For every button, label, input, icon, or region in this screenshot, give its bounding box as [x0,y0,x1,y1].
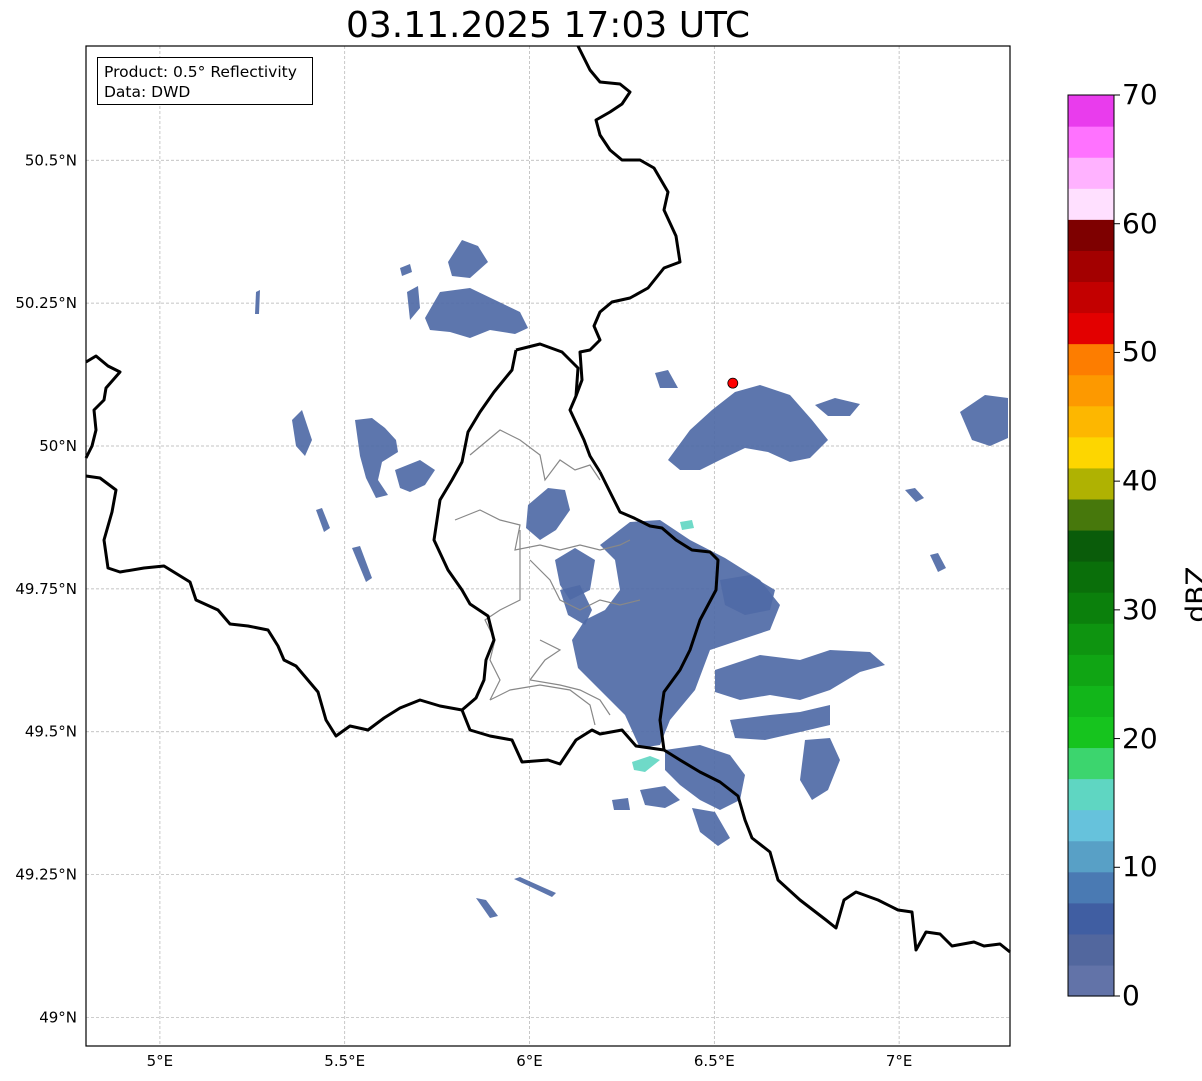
colorbar-segment [1068,250,1114,283]
echo-band-s3 [692,808,730,846]
district-line-1 [469,429,601,482]
graticule [86,46,1010,1046]
colorbar-unit-label: dBZ [1179,566,1202,623]
echo-band-se [800,738,840,800]
colorbar-segment [1068,188,1114,220]
lat-tick-label: 49.5°N [25,723,77,741]
echo-streak-1 [400,264,412,276]
colorbar-segment [1068,964,1114,997]
echo-streak-7 [905,488,924,502]
colorbar-segment [1068,809,1114,842]
echo-cluster-east-n [668,385,828,470]
colorbar-segment [1068,498,1114,531]
echo-band-s2 [640,786,680,808]
lat-tick-label: 49.25°N [15,866,77,884]
colorbar-segment [1068,561,1114,593]
echo-streak-4 [292,410,312,456]
district-line-6 [489,684,596,726]
product-label: Product: 0.5° Reflectivity [104,63,297,81]
colorbar-tick-label: 10 [1122,850,1158,884]
colorbar-segment [1068,343,1114,376]
colorbar-tick-label: 0 [1122,979,1140,1012]
colorbar-segment [1068,95,1114,127]
echo-cluster-w2 [395,460,435,492]
colorbar-segment [1068,281,1114,314]
colorbar-segment [1068,126,1114,158]
echo-highlight-1 [632,756,660,772]
echo-cluster-nw [425,288,528,338]
echo-band-main [572,520,780,748]
colorbar-segment [1068,685,1114,717]
colorbar-segment [1068,312,1114,345]
echo-cluster-ne2 [815,398,860,416]
lat-tick-label: 50.25°N [15,294,77,312]
colorbar-segment [1068,716,1114,749]
colorbar [1067,94,1120,997]
echo-streak-5 [352,546,372,582]
echo-streak-2 [407,286,420,320]
echo-highlight-2 [680,520,694,530]
district-line-3 [484,530,521,701]
colorbar-segment [1068,405,1114,438]
colorbar-tick-label: 60 [1122,206,1158,240]
lat-tick-label: 50°N [39,437,77,455]
colorbar-segment [1068,436,1114,469]
map-frame [85,45,1011,1047]
lat-tick-label: 49.75°N [15,580,77,598]
echo-band-east [715,650,885,700]
border-lux-be [515,342,580,397]
echo-cluster-w [355,418,398,498]
colorbar-tick-label: 20 [1122,721,1158,755]
colorbar-segment [1068,219,1114,251]
colorbar-segment [1068,933,1114,966]
border-de-fr [663,748,1011,954]
echo-band-east2 [730,705,830,740]
colorbar-segment [1068,592,1114,624]
radar-map: 5°E 5.5°E 6°E 6.5°E 7°E 49°N 49.25°N 49.5°N 49.7… [15,45,1120,1070]
echo-streak-sw [514,877,556,897]
echo-streak-3 [255,290,260,314]
colorbar-segment [1068,902,1114,935]
colorbar-tick-label: 40 [1122,464,1158,498]
echo-cluster-nw-small [448,240,488,278]
echo-streak-sw2 [476,898,498,918]
lon-tick-label: 7°E [886,1052,913,1070]
border-be-fr [85,474,463,738]
product-info-box: Product: 0.5° Reflectivity Data: DWD [97,57,313,105]
colorbar-segment [1068,157,1114,189]
colorbar-tick-label: 50 [1122,335,1158,369]
colorbar-segment [1068,467,1114,500]
lon-tick-label: 5°E [147,1052,174,1070]
lat-tick-label: 49°N [39,1008,77,1026]
colorbar-unit-wrapper: dBZ [1168,566,1202,638]
colorbar-segment [1068,374,1114,407]
colorbar-segment [1068,654,1114,686]
echo-cluster-ne [960,395,1008,446]
colorbar-tick-label: 70 [1122,78,1158,111]
map-axes: 5°E 5.5°E 6°E 6.5°E 7°E 49°N 49.25°N 49.5°N 49.7… [15,45,1011,1070]
lon-tick-label: 5.5°E [324,1052,365,1070]
border-be-nl [84,354,122,459]
lon-tick-label: 6°E [516,1052,543,1070]
data-source-label: Data: DWD [104,83,191,101]
border-lux-west [432,349,518,712]
precipitation-echoes [255,240,1008,918]
colorbar-segment [1068,623,1114,655]
border-de-be [568,45,682,473]
echo-streak-10 [655,370,678,388]
radar-site-marker [727,377,739,389]
colorbar-segment [1068,871,1114,904]
colorbar-segment [1068,747,1114,780]
colorbar-segment [1068,778,1114,811]
echo-cluster-lux-n [526,488,570,540]
colorbar-tick-label: 30 [1122,592,1158,626]
colorbar-segment [1068,529,1114,562]
lat-tick-label: 50.5°N [25,151,77,169]
colorbar-segment [1068,840,1114,873]
echo-streak-9 [612,798,630,810]
echo-streak-8 [930,553,946,572]
echo-streak-6 [316,508,330,532]
lon-tick-label: 6.5°E [694,1052,735,1070]
